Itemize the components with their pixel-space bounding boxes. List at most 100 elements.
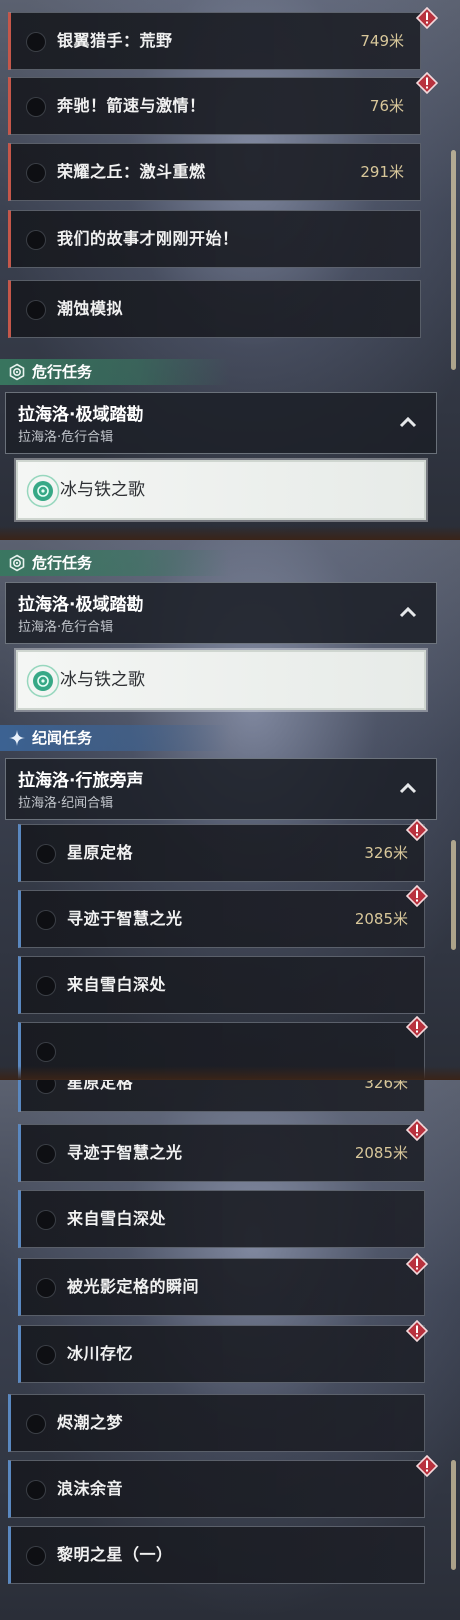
- warning-diamond-icon: [406, 885, 428, 907]
- scrollbar[interactable]: [451, 150, 456, 370]
- quest-list-screen: 银翼猎手：荒野 749米 奔驰！箭速与激情！ 76米 荣耀之丘：激斗重燃 291…: [0, 0, 460, 1620]
- warning-diamond-icon: [416, 72, 438, 94]
- quest-name: 银翼猎手：荒野: [57, 31, 173, 50]
- warning-diamond-icon: [416, 7, 438, 29]
- sparkle-icon: [8, 729, 26, 747]
- quest-row[interactable]: 浪沫余音: [8, 1460, 425, 1518]
- quest-row[interactable]: 来自雪白深处: [18, 956, 425, 1014]
- group-subtitle: 拉海洛·纪闻合辑: [18, 796, 114, 811]
- quest-name: 荣耀之丘：激斗重燃: [57, 162, 206, 181]
- quest-group-header[interactable]: 拉海洛·极域踏勘 拉海洛·危行合辑: [5, 392, 437, 454]
- quest-row[interactable]: 黎明之星（一）: [8, 1526, 425, 1584]
- radio-circle-icon: [26, 230, 46, 250]
- radio-circle-icon: [36, 1345, 56, 1365]
- quest-row[interactable]: 冰川存忆: [18, 1325, 425, 1383]
- quest-name: 冰与铁之歌: [60, 480, 145, 500]
- radio-circle-icon: [36, 910, 56, 930]
- group-subtitle: 拉海洛·危行合辑: [18, 620, 114, 635]
- tracked-quest-row[interactable]: 冰与铁之歌: [16, 650, 426, 710]
- quest-name: 星原定格: [67, 1080, 134, 1092]
- section-title: 纪闻任务: [32, 729, 93, 747]
- quest-panel-3: 星原定格 326米 寻迹于智慧之光 2085米 来自雪白深处 被光影定格的瞬间 …: [0, 1080, 460, 1620]
- radio-circle-icon: [36, 1210, 56, 1230]
- quest-name: 黎明之星（一）: [57, 1545, 173, 1564]
- quest-distance: 291米: [360, 163, 404, 181]
- quest-name: 烬潮之梦: [57, 1413, 124, 1432]
- quest-row[interactable]: 奔驰！箭速与激情！ 76米: [8, 77, 421, 135]
- quest-distance: 2085米: [354, 1144, 408, 1162]
- warning-diamond-icon: [406, 1016, 428, 1038]
- chevron-up-icon[interactable]: [398, 603, 418, 623]
- radio-circle-icon: [36, 1042, 56, 1062]
- danger-quest-icon: [8, 363, 26, 381]
- quest-row[interactable]: 星原定格 326米: [18, 824, 425, 882]
- quest-panel-2: 危行任务 拉海洛·极域踏勘 拉海洛·危行合辑 冰与铁之歌 纪闻任务 拉海洛·行旅…: [0, 540, 460, 1080]
- quest-distance: 326米: [364, 844, 408, 862]
- chevron-up-icon[interactable]: [398, 413, 418, 433]
- section-header-chronicle: 纪闻任务: [0, 725, 230, 751]
- section-header-danger: 危行任务: [0, 550, 230, 576]
- quest-name: 我们的故事才刚刚开始！: [57, 229, 239, 248]
- quest-distance: 76米: [369, 97, 404, 115]
- section-header-danger: 危行任务: [0, 359, 230, 385]
- quest-name: 寻迹于智慧之光: [67, 909, 183, 928]
- radio-circle-icon: [26, 97, 46, 117]
- warning-diamond-icon: [416, 1455, 438, 1477]
- quest-name: 冰与铁之歌: [60, 670, 145, 690]
- quest-row[interactable]: 我们的故事才刚刚开始！: [8, 210, 421, 268]
- radio-circle-icon: [26, 300, 46, 320]
- quest-distance: 326米: [364, 1080, 408, 1092]
- quest-distance: 2085米: [354, 910, 408, 928]
- tracked-quest-icon: [26, 474, 60, 508]
- quest-name: 奔驰！箭速与激情！: [57, 96, 206, 115]
- warning-diamond-icon: [406, 1320, 428, 1342]
- radio-circle-icon: [26, 1414, 46, 1434]
- group-title: 拉海洛·极域踏勘: [18, 405, 144, 425]
- quest-panel-1: 银翼猎手：荒野 749米 奔驰！箭速与激情！ 76米 荣耀之丘：激斗重燃 291…: [0, 0, 460, 540]
- radio-circle-icon: [36, 1080, 56, 1094]
- quest-name: 冰川存忆: [67, 1344, 134, 1363]
- section-title: 危行任务: [32, 554, 93, 572]
- quest-row[interactable]: 寻迹于智慧之光 2085米: [18, 1124, 425, 1182]
- scrollbar[interactable]: [451, 1460, 456, 1570]
- danger-quest-icon: [8, 554, 26, 572]
- radio-circle-icon: [36, 1144, 56, 1164]
- radio-circle-icon: [26, 1480, 46, 1500]
- quest-row[interactable]: [18, 1022, 425, 1080]
- tracked-quest-row[interactable]: 冰与铁之歌: [16, 460, 426, 520]
- quest-row[interactable]: 寻迹于智慧之光 2085米: [18, 890, 425, 948]
- group-subtitle: 拉海洛·危行合辑: [18, 430, 114, 445]
- quest-distance: 749米: [360, 32, 404, 50]
- quest-name: 被光影定格的瞬间: [67, 1277, 200, 1296]
- quest-name: 来自雪白深处: [67, 975, 167, 994]
- group-title: 拉海洛·行旅旁声: [18, 771, 144, 791]
- radio-circle-icon: [26, 163, 46, 183]
- quest-name: 浪沫余音: [57, 1479, 124, 1498]
- quest-row[interactable]: 银翼猎手：荒野 749米: [8, 12, 421, 70]
- warning-diamond-icon: [406, 1253, 428, 1275]
- quest-row[interactable]: 来自雪白深处: [18, 1190, 425, 1248]
- scrollbar[interactable]: [451, 840, 456, 950]
- radio-circle-icon: [36, 844, 56, 864]
- quest-name: 来自雪白深处: [67, 1209, 167, 1228]
- radio-circle-icon: [26, 1546, 46, 1566]
- quest-name: 寻迹于智慧之光: [67, 1143, 183, 1162]
- quest-row[interactable]: 潮蚀模拟: [8, 280, 421, 338]
- quest-group-header[interactable]: 拉海洛·行旅旁声 拉海洛·纪闻合辑: [5, 758, 437, 820]
- quest-name: 潮蚀模拟: [57, 299, 124, 318]
- quest-row[interactable]: 烬潮之梦: [8, 1394, 425, 1452]
- warning-diamond-icon: [406, 1119, 428, 1141]
- quest-row[interactable]: 被光影定格的瞬间: [18, 1258, 425, 1316]
- tracked-quest-icon: [26, 664, 60, 698]
- quest-row[interactable]: 星原定格 326米: [18, 1080, 425, 1112]
- radio-circle-icon: [36, 1278, 56, 1298]
- section-title: 危行任务: [32, 363, 93, 381]
- radio-circle-icon: [36, 976, 56, 996]
- quest-row[interactable]: 荣耀之丘：激斗重燃 291米: [8, 143, 421, 201]
- radio-circle-icon: [26, 32, 46, 52]
- quest-name: 星原定格: [67, 843, 134, 862]
- warning-diamond-icon: [406, 819, 428, 841]
- quest-group-header[interactable]: 拉海洛·极域踏勘 拉海洛·危行合辑: [5, 582, 437, 644]
- group-title: 拉海洛·极域踏勘: [18, 595, 144, 615]
- chevron-up-icon[interactable]: [398, 779, 418, 799]
